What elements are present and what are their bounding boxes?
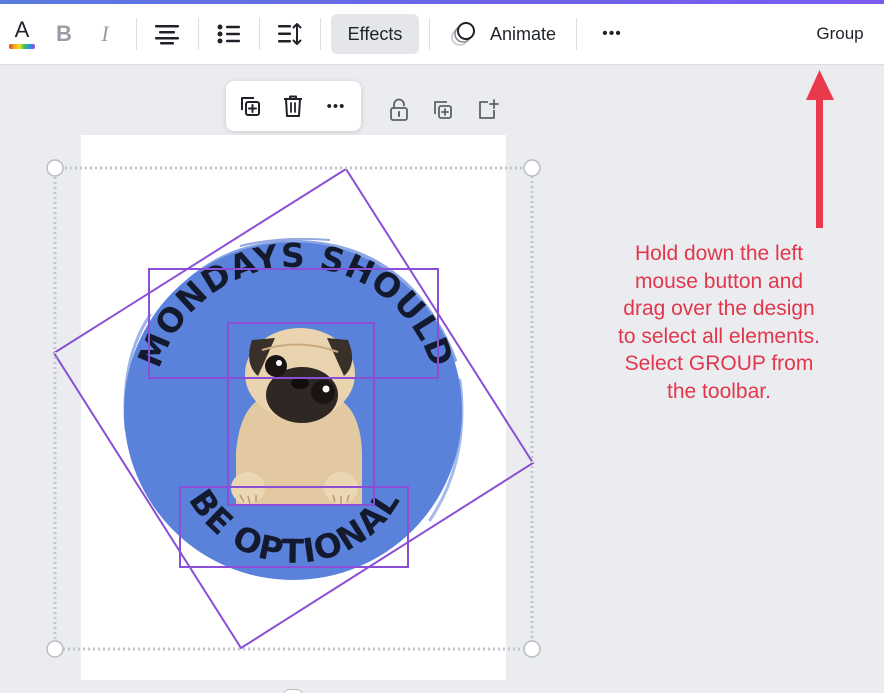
resize-handle[interactable] (46, 159, 64, 177)
more-icon: ••• (602, 25, 622, 42)
instruction-line: Select GROUP from (624, 352, 814, 375)
align-center-icon (155, 25, 179, 45)
bold-icon: B (56, 21, 72, 46)
delete-button[interactable] (279, 92, 307, 120)
more-options-button[interactable]: ••• (592, 18, 632, 50)
duplicate-icon (241, 97, 260, 116)
instruction-line: to select all elements. (618, 324, 820, 348)
lock-button[interactable] (386, 97, 412, 123)
floating-more-button[interactable]: ••• (320, 92, 352, 120)
toolbar-divider (576, 18, 577, 50)
list-icon (217, 24, 240, 44)
trash-icon (284, 95, 302, 117)
toolbar-divider (429, 18, 430, 50)
rotate-handle[interactable] (282, 689, 304, 693)
lock-icon (390, 98, 408, 121)
resize-handle[interactable] (523, 640, 541, 658)
text-color-icon: A (14, 17, 30, 42)
spacing-icon (278, 23, 302, 45)
red-arrow-annotation (806, 70, 834, 228)
toolbar-divider (259, 18, 260, 50)
copy-button[interactable] (430, 97, 456, 123)
align-button[interactable] (150, 18, 184, 50)
group-button[interactable]: Group (800, 14, 880, 54)
spacing-button[interactable] (273, 18, 307, 50)
toolbar-divider (320, 18, 321, 50)
italic-icon: I (101, 21, 109, 46)
editor-toolbar: A B I Effects Animate ••• Group (0, 4, 884, 65)
add-page-button[interactable] (475, 97, 501, 123)
resize-handle[interactable] (523, 159, 541, 177)
duplicate-button[interactable] (236, 92, 264, 120)
instruction-line: Hold down the left (634, 242, 804, 265)
instruction-line: drag over the design (623, 297, 815, 320)
resize-handle[interactable] (46, 640, 64, 658)
animate-button[interactable]: Animate (444, 14, 562, 54)
floating-toolbar: ••• (226, 81, 361, 131)
toolbar-divider (136, 18, 137, 50)
bold-button[interactable]: B (49, 18, 79, 50)
instruction-text: Hold down the left mouse button and drag… (592, 240, 846, 405)
group-label: Group (816, 24, 864, 43)
animate-label: Animate (489, 23, 557, 44)
add-page-icon (479, 99, 499, 119)
effects-button[interactable]: Effects (331, 14, 419, 54)
effects-label: Effects (347, 23, 403, 44)
color-swatch-bar (9, 44, 35, 49)
italic-button[interactable]: I (90, 18, 120, 50)
toolbar-divider (198, 18, 199, 50)
animate-icon (451, 22, 475, 46)
copy-icon (434, 101, 452, 119)
instruction-line: the toolbar. (667, 379, 771, 403)
instruction-line: mouse button and (634, 269, 804, 293)
text-color-button[interactable]: A (6, 16, 38, 52)
list-button[interactable] (212, 18, 246, 50)
pug-image (231, 328, 362, 505)
more-icon: ••• (326, 97, 346, 115)
